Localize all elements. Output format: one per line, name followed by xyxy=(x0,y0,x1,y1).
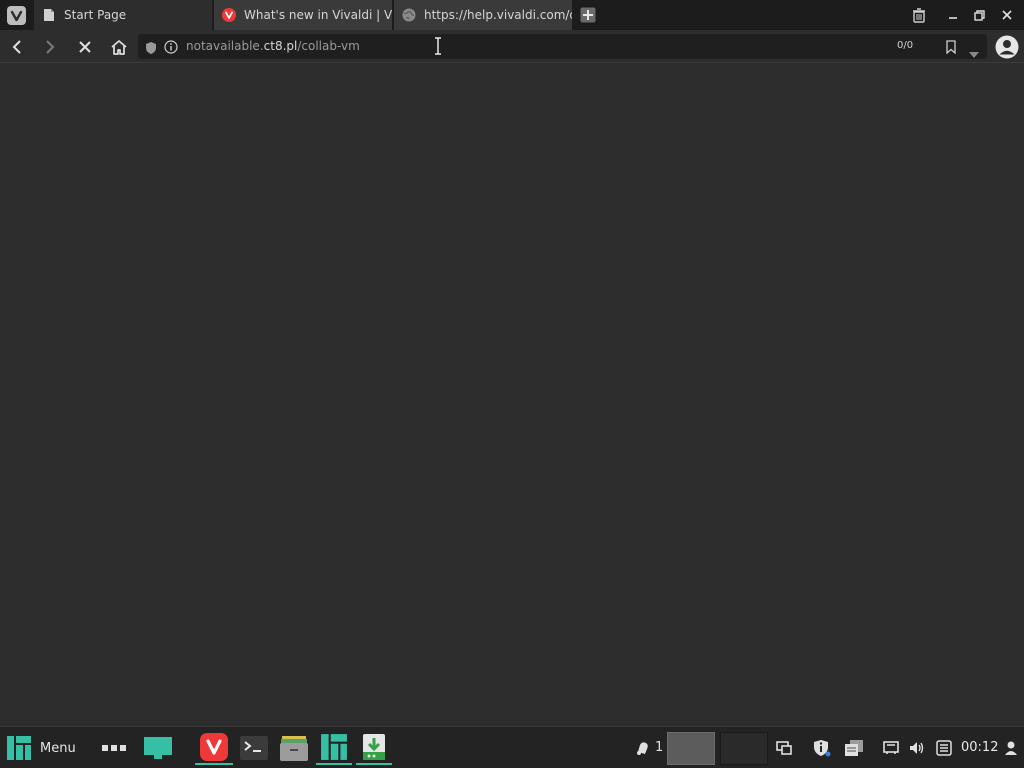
menu-label: Menu xyxy=(40,740,76,756)
new-tab-button[interactable] xyxy=(578,5,598,25)
show-desktop-button[interactable] xyxy=(140,731,176,765)
notification-count: 1 xyxy=(655,740,664,755)
close-button[interactable] xyxy=(996,4,1018,26)
globe-icon xyxy=(402,8,416,22)
content-blocker-counter[interactable]: 0/0 xyxy=(897,40,913,51)
taskbar-file-manager[interactable] xyxy=(276,731,312,765)
user-icon xyxy=(1005,741,1017,755)
tab-whats-new[interactable]: What's new in Vivaldi | Viva xyxy=(214,0,392,30)
arrow-left-icon xyxy=(12,40,21,54)
volume-tray-button[interactable] xyxy=(907,731,927,765)
info-shield-icon xyxy=(814,740,831,757)
vivaldi-menu-button[interactable] xyxy=(7,6,26,25)
url-domain: ct8.pl xyxy=(263,39,298,53)
terminal-icon xyxy=(240,736,268,760)
bell-icon xyxy=(637,742,648,755)
notifications-button[interactable] xyxy=(632,731,654,765)
trash-icon xyxy=(913,7,925,23)
minimize-button[interactable] xyxy=(942,4,964,26)
bookmark-icon[interactable] xyxy=(946,39,956,58)
keyboard-tray-button[interactable] xyxy=(934,731,954,765)
tab-help-vivaldi[interactable]: https://help.vivaldi.com/de xyxy=(394,0,572,30)
address-bar[interactable]: notavailable.ct8.pl/collab-vm 0/0 xyxy=(138,34,987,59)
vivaldi-icon xyxy=(222,8,236,22)
windows-icon xyxy=(776,741,792,755)
start-menu-button[interactable]: Menu xyxy=(6,731,80,765)
dots-icon xyxy=(102,745,126,751)
shield-icon[interactable] xyxy=(145,40,157,59)
home-icon xyxy=(111,39,127,55)
taskbar-manjaro-app[interactable] xyxy=(316,731,352,765)
tab-title: Start Page xyxy=(64,8,127,22)
manjaro-icon xyxy=(321,734,347,760)
network-icon xyxy=(883,741,899,754)
desktop-icon xyxy=(144,737,172,759)
speaker-icon xyxy=(910,742,924,754)
show-apps-button[interactable] xyxy=(98,731,130,765)
url-path: /collab-vm xyxy=(297,39,360,53)
site-info-icon[interactable] xyxy=(164,39,178,58)
url-text[interactable]: notavailable.ct8.pl/collab-vm xyxy=(186,39,360,53)
taskbar-vivaldi[interactable] xyxy=(195,731,233,765)
navigation-toolbar: notavailable.ct8.pl/collab-vm 0/0 xyxy=(0,30,1024,63)
taskbar-terminal[interactable] xyxy=(237,731,271,765)
updates-tray-button[interactable] xyxy=(812,731,832,765)
taskbar: Menu 1 00:12 xyxy=(0,726,1024,768)
network-tray-button[interactable] xyxy=(881,731,901,765)
user-tray-button[interactable] xyxy=(1002,731,1020,765)
folder-icon xyxy=(280,736,308,761)
home-button[interactable] xyxy=(107,35,131,59)
trash-button[interactable] xyxy=(908,4,930,26)
vivaldi-icon xyxy=(200,733,228,761)
close-icon xyxy=(1002,10,1012,20)
page-icon xyxy=(42,8,56,22)
restore-icon xyxy=(973,9,985,21)
tab-bar: Start Page What's new in Vivaldi | Viva … xyxy=(0,0,1024,30)
restore-button[interactable] xyxy=(968,4,990,26)
arrow-right-icon xyxy=(46,40,55,54)
tab-title: What's new in Vivaldi | Viva xyxy=(244,8,392,22)
workspace-2[interactable] xyxy=(720,732,768,765)
forward-button[interactable] xyxy=(38,35,62,59)
workspace-1[interactable] xyxy=(667,732,715,765)
taskbar-package-manager[interactable] xyxy=(356,731,392,765)
page-content[interactable] xyxy=(0,64,1024,726)
stop-button[interactable] xyxy=(73,35,97,59)
clipboard-tray-button[interactable] xyxy=(842,731,866,765)
profile-button[interactable] xyxy=(994,34,1020,60)
package-install-icon xyxy=(363,734,385,760)
tab-title: https://help.vivaldi.com/de xyxy=(424,8,572,22)
window-list-button[interactable] xyxy=(774,731,794,765)
tab-start-page[interactable]: Start Page xyxy=(34,0,212,30)
manjaro-icon xyxy=(7,736,31,760)
vivaldi-logo-icon xyxy=(10,10,23,22)
chevron-down-icon[interactable] xyxy=(969,43,979,62)
plus-icon xyxy=(580,7,596,23)
back-button[interactable] xyxy=(5,35,29,59)
url-subdomain: notavailable. xyxy=(186,39,264,53)
clock[interactable]: 00:12 xyxy=(961,740,998,755)
keyboard-icon xyxy=(936,740,952,756)
stop-icon xyxy=(79,41,91,53)
minimize-icon xyxy=(949,17,957,19)
avatar-icon xyxy=(995,35,1019,59)
clipboard-icon xyxy=(845,740,863,756)
text-cursor-icon xyxy=(433,37,443,59)
